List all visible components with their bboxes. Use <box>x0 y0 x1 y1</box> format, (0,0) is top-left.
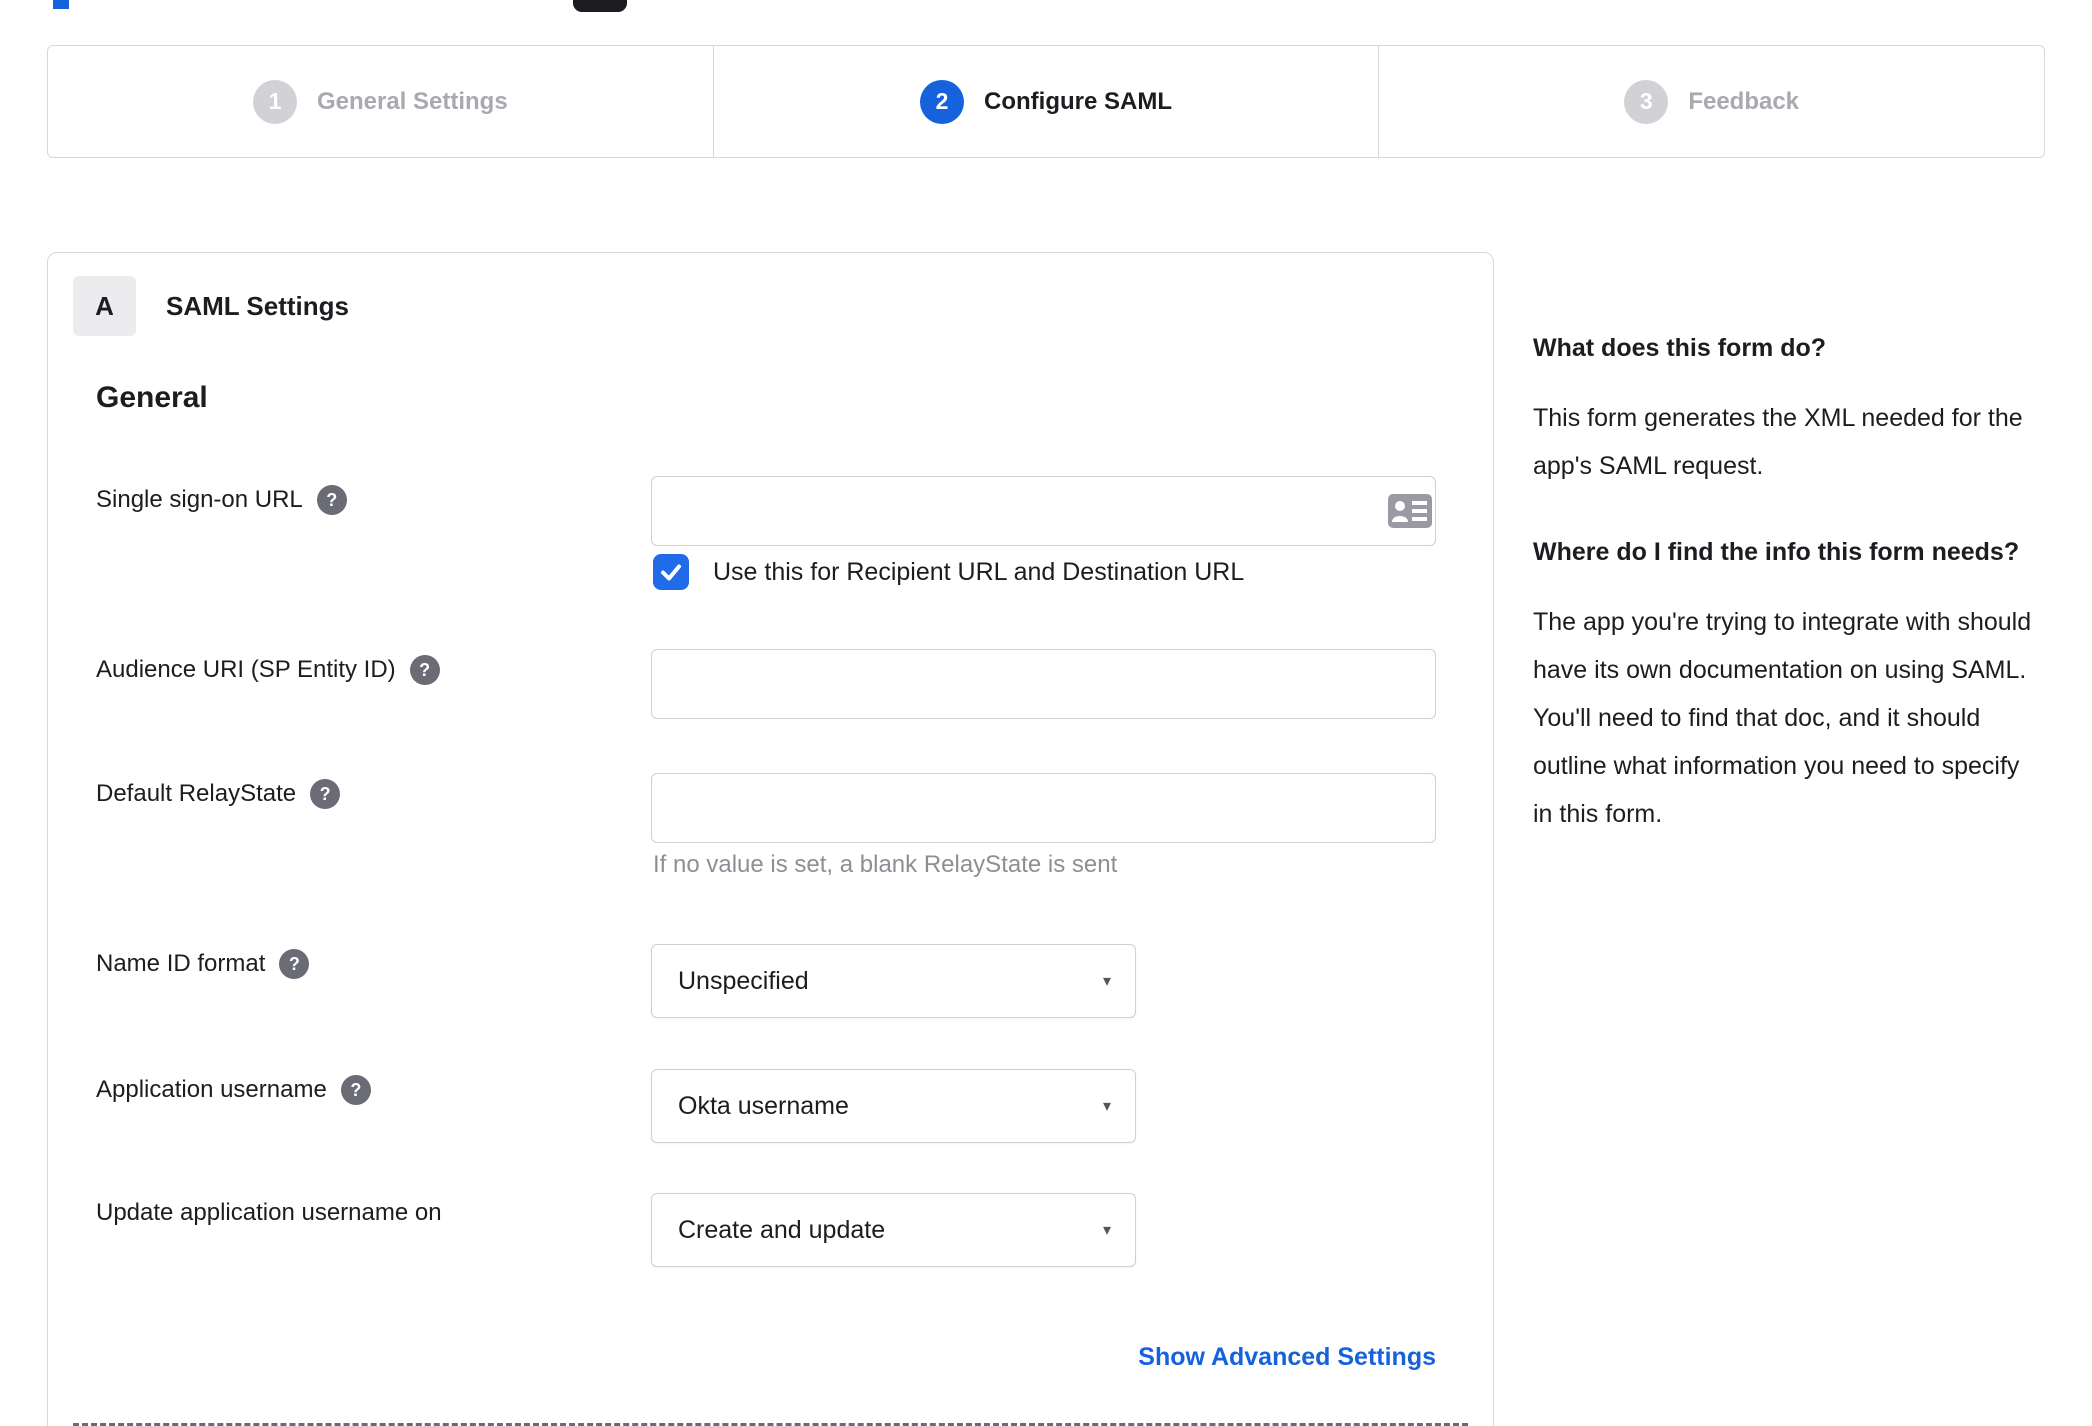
app-username-label: Application username ? <box>96 1075 371 1105</box>
help-icon[interactable]: ? <box>316 485 347 515</box>
section-a-badge: A <box>73 276 136 336</box>
nameid-format-label: Name ID format ? <box>96 949 310 979</box>
help-icon[interactable]: ? <box>340 1075 371 1105</box>
saml-settings-panel: A SAML Settings General Single sign-on U… <box>47 252 1494 1426</box>
chevron-down-icon: ▾ <box>1102 1098 1111 1115</box>
help-icon[interactable]: ? <box>409 655 440 685</box>
help-question-1: What does this form do? <box>1533 334 1827 362</box>
help-question-2: Where do I find the info this form needs… <box>1533 538 2020 566</box>
help-answer-1: This form generates the XML needed for t… <box>1533 404 2023 480</box>
contact-card-icon <box>1388 494 1432 528</box>
panel-header: A SAML Settings <box>73 276 349 336</box>
app-username-label-text: Application username <box>96 1076 327 1103</box>
relaystate-input[interactable] <box>651 773 1436 843</box>
recipient-url-checkbox-row: Use this for Recipient URL and Destinati… <box>653 554 1244 590</box>
update-username-label-text: Update application username on <box>96 1199 442 1226</box>
step-number-badge: 2 <box>920 79 965 124</box>
step-number-badge: 3 <box>1624 79 1669 124</box>
general-group-title: General <box>96 381 208 414</box>
sso-url-label: Single sign-on URL ? <box>96 485 347 515</box>
help-icon[interactable]: ? <box>279 949 310 979</box>
step-feedback[interactable]: 3 Feedback <box>1378 46 2044 157</box>
help-panel: What does this form do? This form genera… <box>1533 330 2038 882</box>
step-label: Feedback <box>1688 87 1800 115</box>
app-username-value: Okta username <box>678 1091 849 1120</box>
check-icon <box>661 564 681 581</box>
show-advanced-settings-link[interactable]: Show Advanced Settings <box>1138 1343 1436 1372</box>
recipient-url-checkbox[interactable] <box>653 554 689 590</box>
recipient-url-checkbox-label: Use this for Recipient URL and Destinati… <box>713 557 1245 586</box>
nameid-format-value: Unspecified <box>678 966 809 995</box>
nameid-format-select[interactable]: Unspecified ▾ <box>651 944 1136 1018</box>
help-answer-2: The app you're trying to integrate with … <box>1533 608 2032 828</box>
relaystate-label-text: Default RelayState <box>96 780 297 807</box>
step-configure-saml[interactable]: 2 Configure SAML <box>712 46 1379 157</box>
cropped-header-element <box>573 0 627 12</box>
relaystate-helper-text: If no value is set, a blank RelayState i… <box>653 851 1118 878</box>
update-username-select[interactable]: Create and update ▾ <box>651 1193 1136 1267</box>
update-username-label: Update application username on <box>96 1199 442 1227</box>
relaystate-label: Default RelayState ? <box>96 779 341 809</box>
chevron-down-icon: ▾ <box>1102 1222 1111 1239</box>
cropped-tab-indicator <box>53 0 69 9</box>
page: 1 General Settings 2 Configure SAML 3 Fe… <box>0 0 2092 1426</box>
app-username-select[interactable]: Okta username ▾ <box>651 1069 1136 1143</box>
sso-url-input[interactable] <box>651 476 1436 546</box>
nameid-format-label-text: Name ID format <box>96 950 266 977</box>
audience-uri-input[interactable] <box>651 649 1436 719</box>
sso-url-label-text: Single sign-on URL <box>96 486 303 513</box>
help-icon[interactable]: ? <box>310 779 341 809</box>
step-label: Configure SAML <box>984 87 1172 115</box>
step-label: General Settings <box>316 87 508 115</box>
audience-uri-label-text: Audience URI (SP Entity ID) <box>96 656 396 683</box>
chevron-down-icon: ▾ <box>1102 973 1111 990</box>
update-username-value: Create and update <box>678 1215 886 1244</box>
wizard-stepper: 1 General Settings 2 Configure SAML 3 Fe… <box>47 45 2045 158</box>
panel-title: SAML Settings <box>166 290 349 321</box>
step-general-settings[interactable]: 1 General Settings <box>48 46 713 157</box>
audience-uri-label: Audience URI (SP Entity ID) ? <box>96 655 440 685</box>
step-number-badge: 1 <box>252 79 297 124</box>
